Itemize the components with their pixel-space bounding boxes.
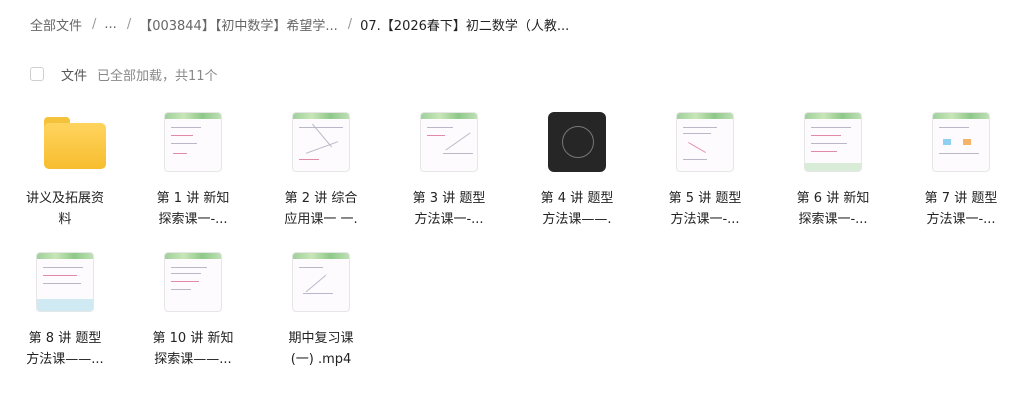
file-name: 第 6 讲 新知 探索课一-... xyxy=(796,191,870,227)
breadcrumb-separator: / xyxy=(347,16,353,32)
file-name: 第 4 讲 题型 方法课——. xyxy=(540,191,614,227)
video-thumbnail xyxy=(932,112,990,172)
file-list-toolbar: 文件 已全部加载，共11个 xyxy=(30,64,218,84)
video-thumbnail xyxy=(164,112,222,172)
file-name: 第 5 讲 题型 方法课一-... xyxy=(668,191,742,227)
file-name: 第 7 讲 题型 方法课一-... xyxy=(924,191,998,227)
file-item-video[interactable]: 期中复习课 (一) .mp4 xyxy=(266,240,376,367)
file-name: 第 2 讲 综合 应用课一 一. xyxy=(284,191,358,227)
folder-icon xyxy=(44,117,106,169)
file-name: 第 10 讲 新知 探索课——... xyxy=(152,331,234,367)
file-grid: 讲义及拓展资料 第 1 讲 新知 探索课一-... 第 2 讲 综合 应用课一 一. xyxy=(0,100,1024,400)
file-item-video[interactable]: 第 5 讲 题型 方法课一-... xyxy=(650,100,760,227)
file-item-video[interactable]: 第 3 讲 题型 方法课一-... xyxy=(394,100,504,227)
breadcrumb-root[interactable]: 全部文件 xyxy=(30,15,82,34)
file-item-video[interactable]: 第 10 讲 新知 探索课——... xyxy=(138,240,248,367)
file-item-video[interactable]: 第 2 讲 综合 应用课一 一. xyxy=(266,100,376,227)
file-name: 第 1 讲 新知 探索课一-... xyxy=(156,191,230,227)
breadcrumb-separator: / xyxy=(92,16,97,32)
file-name: 第 3 讲 题型 方法课一-... xyxy=(412,191,486,227)
file-name: 讲义及拓展资料 xyxy=(25,191,104,227)
file-name: 期中复习课 (一) .mp4 xyxy=(288,331,354,367)
video-thumbnail xyxy=(164,252,222,312)
breadcrumb-ellipsis[interactable]: ... xyxy=(104,17,116,32)
select-all-checkbox[interactable] xyxy=(30,67,44,81)
video-thumbnail xyxy=(676,112,734,172)
breadcrumb-separator: / xyxy=(126,16,132,32)
file-item-folder[interactable]: 讲义及拓展资料 xyxy=(10,100,120,227)
file-item-video[interactable]: 第 1 讲 新知 探索课一-... xyxy=(138,100,248,227)
video-thumbnail xyxy=(420,112,478,172)
video-thumbnail xyxy=(548,112,606,172)
video-thumbnail xyxy=(292,252,350,312)
breadcrumb: 全部文件 / ... / 【003844】【初中数学】希望学... / 07.【… xyxy=(30,14,569,34)
load-status: 已全部加载，共11个 xyxy=(97,68,218,84)
breadcrumb-level2[interactable]: 【003844】【初中数学】希望学... xyxy=(139,15,338,34)
file-item-video[interactable]: 第 7 讲 题型 方法课一-... xyxy=(906,100,1016,227)
file-item-video[interactable]: 第 6 讲 新知 探索课一-... xyxy=(778,100,888,227)
file-name: 第 8 讲 题型 方法课——... xyxy=(26,331,104,367)
video-thumbnail xyxy=(804,112,862,172)
file-item-video[interactable]: 第 8 讲 题型 方法课——... xyxy=(10,240,120,367)
breadcrumb-current: 07.【2026春下】初二数学（人教... xyxy=(360,18,570,34)
video-thumbnail xyxy=(36,252,94,312)
file-item-video[interactable]: 第 4 讲 题型 方法课——. xyxy=(522,100,632,227)
column-label: 文件 xyxy=(61,68,88,84)
video-thumbnail xyxy=(292,112,350,172)
